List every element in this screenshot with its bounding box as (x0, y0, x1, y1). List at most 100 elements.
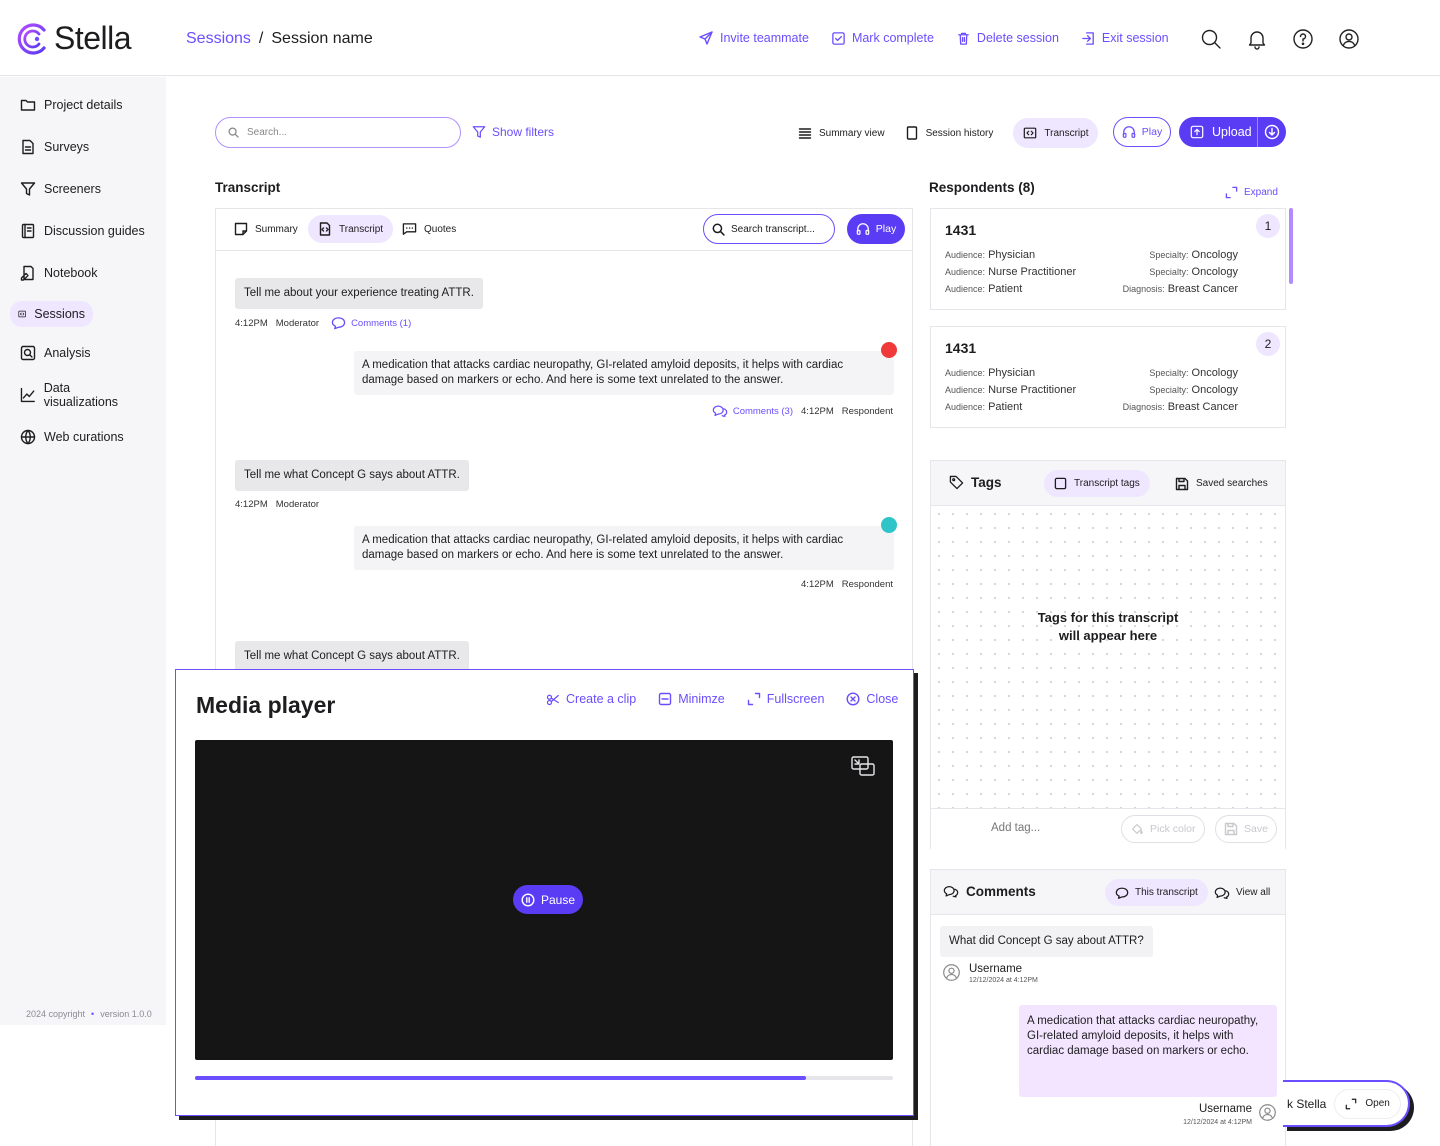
attr-value: Physician (988, 367, 1036, 379)
moderator-question: Tell me what Concept G says about ATTR. (235, 460, 469, 491)
add-tag-input[interactable]: Add tag... (991, 822, 1040, 834)
transcript-view-button[interactable]: Transcript (1013, 118, 1099, 148)
stella-logo[interactable]: Stella (16, 20, 132, 57)
play-label: Play (1141, 126, 1163, 138)
sidebar-item-notebook[interactable]: Notebook (10, 259, 156, 287)
pick-color-button[interactable]: Pick color (1121, 815, 1205, 843)
user-icon[interactable] (1338, 28, 1360, 50)
respondent-attr: Audience: Patient (945, 401, 1022, 413)
view-switcher: Summary view Session history Transcript (798, 118, 1099, 148)
respondents-scrollbar[interactable] (1289, 208, 1293, 284)
upload-options[interactable] (1257, 117, 1286, 147)
respondent-attr: Audience: Physician (945, 367, 1035, 379)
expand-icon (1225, 186, 1238, 199)
tab-quotes[interactable]: Quotes (402, 215, 456, 243)
save-tag-button[interactable]: Save (1215, 815, 1277, 843)
sidebar-item-discussion-guides[interactable]: Discussion guides (10, 217, 156, 245)
comment-username: Username (969, 963, 1023, 975)
upload-button[interactable]: Upload (1179, 117, 1286, 147)
answer-role: Respondent (841, 579, 893, 590)
pick-color-label: Pick color (1150, 823, 1196, 835)
search-icon[interactable] (1200, 28, 1222, 50)
breadcrumb-current: Session name (271, 30, 373, 47)
respondent-card[interactable]: 1431 2 Audience: Physician Audience: Nur… (930, 326, 1286, 428)
respondents-title: Respondents (8) (929, 180, 1035, 195)
pause-button[interactable]: Pause (513, 885, 583, 914)
tab-view-all-label: View all (1236, 887, 1271, 898)
respondent-attr: Specialty: Oncology (1149, 249, 1238, 261)
tab-saved-searches[interactable]: Saved searches (1175, 470, 1268, 497)
sidebar-item-project-details[interactable]: Project details (10, 91, 156, 119)
respondent-attr: Audience: Nurse Practitioner (945, 384, 1076, 396)
fullscreen-button[interactable]: Fullscreen (747, 692, 824, 706)
play-button[interactable]: Play (1113, 117, 1171, 147)
sidebar-item-web-curations[interactable]: Web curations (10, 423, 156, 451)
respondent-attr: Audience: Physician (945, 249, 1035, 261)
close-button[interactable]: Close (846, 692, 898, 706)
upload-main[interactable]: Upload (1179, 117, 1257, 147)
sidebar-item-surveys[interactable]: Surveys (10, 133, 156, 161)
breadcrumb-sessions[interactable]: Sessions (186, 30, 251, 48)
invite-teammate-label: Invite teammate (720, 31, 809, 45)
question-comments-link[interactable]: Comments (1) (331, 316, 411, 330)
tags-title-label: Tags (971, 475, 1002, 490)
sidebar-item-screeners[interactable]: Screeners (10, 175, 156, 203)
comments-title-label: Comments (966, 884, 1036, 899)
tab-summary[interactable]: Summary (234, 215, 298, 243)
summary-view-button[interactable]: Summary view (798, 118, 885, 148)
speaker-dot (881, 517, 897, 533)
show-filters-button[interactable]: Show filters (472, 125, 554, 139)
expand-button[interactable]: Expand (1225, 186, 1278, 199)
exit-session-label: Exit session (1101, 31, 1169, 45)
analysis-icon (20, 345, 36, 361)
session-history-button[interactable]: Session history (905, 118, 993, 148)
avatar-icon (943, 964, 960, 981)
tab-transcript-tags[interactable]: Transcript tags (1044, 470, 1150, 497)
sidebar-item-sessions[interactable]: Sessions (10, 301, 93, 327)
tags-empty-line2: will appear here (1058, 628, 1158, 643)
attr-value: Breast Cancer (1167, 283, 1238, 295)
pause-icon (521, 892, 535, 907)
sessions-icon (18, 310, 26, 318)
respondent-card[interactable]: 1431 1 Audience: Physician Audience: Nur… (930, 208, 1286, 310)
tab-this-transcript[interactable]: This transcript (1105, 879, 1208, 906)
ask-stella-open-button[interactable]: Open (1334, 1088, 1401, 1119)
transcript-play-button[interactable]: Play (847, 214, 905, 244)
sidebar-item-analysis[interactable]: Analysis (10, 339, 156, 367)
bell-icon[interactable] (1246, 28, 1268, 50)
mark-complete-button[interactable]: Mark complete (831, 30, 934, 46)
tab-view-all[interactable]: View all (1214, 879, 1270, 906)
create-clip-button[interactable]: Create a clip (546, 692, 636, 706)
reply-date: 12/12/2024 at 4:12PM (1183, 1119, 1252, 1126)
answer-time: 4:12PM (801, 579, 834, 590)
search-input[interactable]: Search... (215, 117, 461, 148)
exit-session-button[interactable]: Exit session (1081, 30, 1169, 46)
tab-transcript[interactable]: Transcript (308, 215, 394, 243)
attr-key: Specialty: (1149, 250, 1189, 260)
filter-icon (472, 126, 486, 138)
answer-comments-link[interactable]: Comments (3) (712, 404, 793, 418)
delete-session-button[interactable]: Delete session (956, 30, 1059, 46)
sidebar-item-label: Discussion guides (44, 224, 145, 238)
attr-key: Audience: (945, 385, 986, 395)
search-icon (228, 127, 239, 138)
respondent-id: 1431 (945, 222, 977, 238)
transcript-play-label: Play (875, 223, 897, 235)
sidebar-item-data-visualizations[interactable]: Data visualizations (10, 381, 156, 409)
tab-summary-label: Summary (255, 223, 298, 235)
headphones-icon (856, 223, 870, 235)
picture-in-picture-icon[interactable] (851, 756, 875, 776)
show-filters-label: Show filters (492, 125, 555, 139)
copyright-text: 2024 copyright (26, 1009, 86, 1019)
sidebar-nav: Project details Surveys Screeners Discus… (10, 91, 156, 465)
help-icon[interactable] (1292, 28, 1314, 50)
playback-progress-bar[interactable] (195, 1076, 893, 1080)
minimize-button[interactable]: Minimze (658, 692, 725, 706)
invite-teammate-button[interactable]: Invite teammate (698, 30, 809, 46)
transcript-search-input[interactable]: Search transcript... (703, 214, 835, 244)
ask-stella-widget[interactable]: k Stella Open (1283, 1080, 1410, 1127)
note-icon (234, 222, 248, 236)
document-icon (22, 139, 34, 155)
video-area[interactable]: Pause (195, 740, 893, 1060)
paint-bucket-icon (1132, 824, 1143, 834)
